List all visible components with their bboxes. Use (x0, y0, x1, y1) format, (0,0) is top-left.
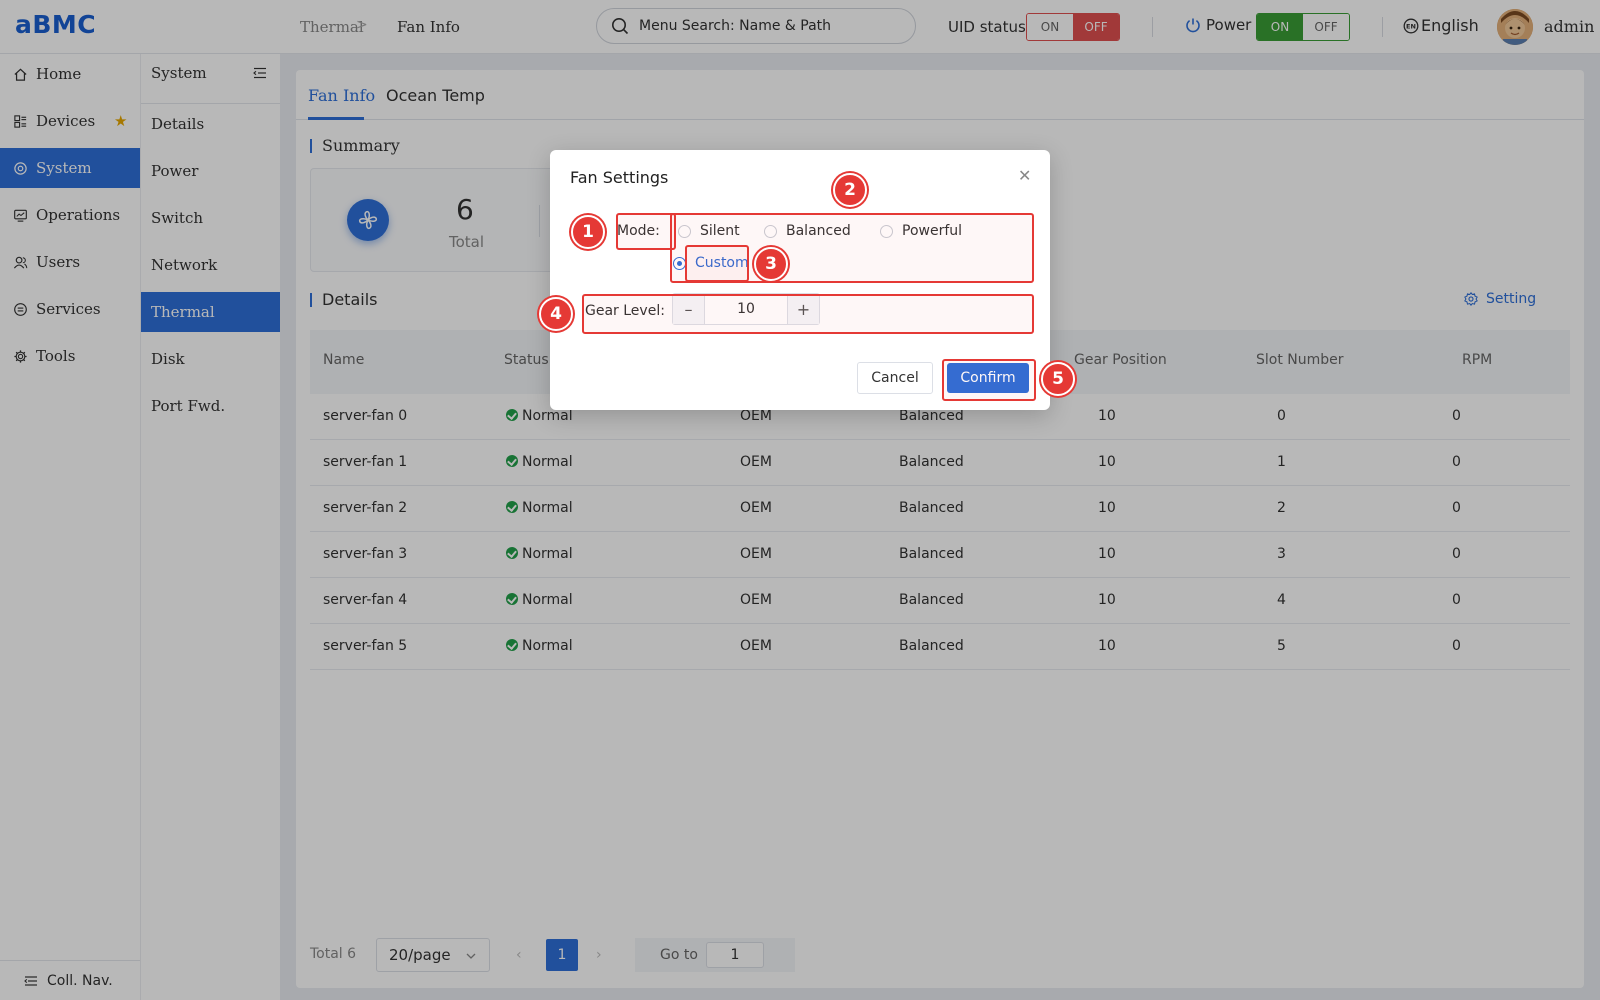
dialog-title: Fan Settings (570, 168, 669, 187)
close-icon[interactable]: ✕ (1018, 166, 1031, 185)
annotation-box-1 (616, 213, 676, 250)
annotation-box-5 (942, 359, 1036, 401)
annotation-marker-3: 3 (754, 247, 788, 281)
annotation-box-3 (685, 245, 749, 282)
annotation-box-4 (582, 294, 1034, 334)
annotation-marker-4: 4 (539, 297, 573, 331)
annotation-marker-1: 1 (571, 215, 605, 249)
annotation-marker-5: 5 (1041, 362, 1075, 396)
annotation-marker-2: 2 (833, 173, 867, 207)
cancel-button[interactable]: Cancel (857, 362, 933, 394)
